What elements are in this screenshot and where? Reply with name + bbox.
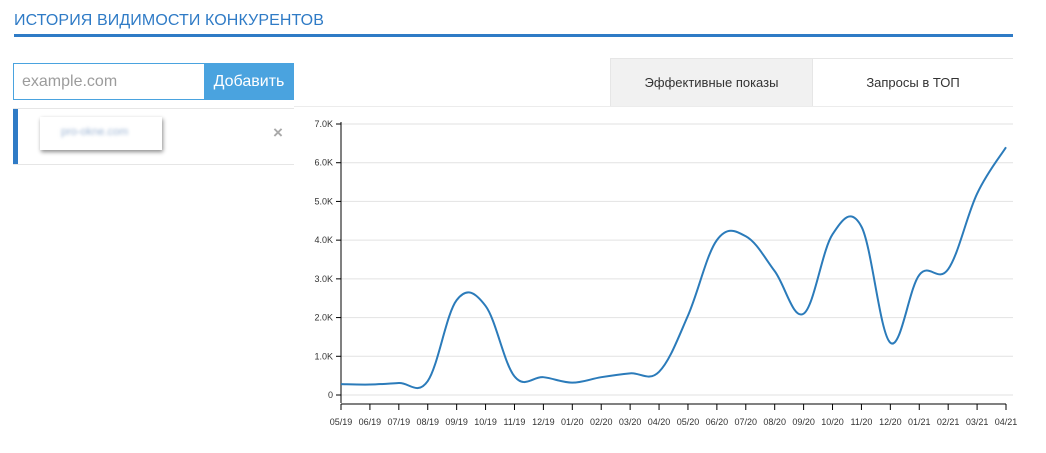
visibility-chart: 0 1.0K 2.0K 3.0K 4.0K 5.0K 6.0K 7.0K 05/19 06/19… bbox=[314, 119, 1018, 427]
x-tick-label: 02/21 bbox=[937, 417, 960, 427]
x-axis: 05/19 06/19 07/19 08/19 09/19 10/19 11/19 12/19… bbox=[330, 403, 1018, 427]
x-tick-label: 06/19 bbox=[359, 417, 382, 427]
x-tick-label: 10/20 bbox=[821, 417, 844, 427]
x-tick-label: 12/19 bbox=[532, 417, 555, 427]
x-tick-label: 08/19 bbox=[416, 417, 439, 427]
x-tick-label: 04/21 bbox=[995, 417, 1018, 427]
x-tick-label: 03/20 bbox=[619, 417, 642, 427]
y-tick-label: 5.0K bbox=[314, 196, 333, 206]
x-tick-label: 12/20 bbox=[879, 417, 902, 427]
y-tick-label: 1.0K bbox=[314, 351, 333, 361]
y-tick-label: 6.0K bbox=[314, 158, 333, 168]
x-tick-label: 07/20 bbox=[735, 417, 758, 427]
x-tick-label: 09/20 bbox=[792, 417, 815, 427]
y-tick-label: 0 bbox=[328, 390, 333, 400]
x-tick-label: 10/19 bbox=[474, 417, 497, 427]
x-tick-label: 05/20 bbox=[677, 417, 700, 427]
chart-series bbox=[340, 146, 1007, 390]
x-tick-label: 09/19 bbox=[445, 417, 468, 427]
chart-grid bbox=[341, 123, 1013, 396]
y-tick-label: 7.0K bbox=[314, 119, 333, 129]
series-line bbox=[340, 146, 1007, 390]
y-axis: 0 1.0K 2.0K 3.0K 4.0K 5.0K 6.0K 7.0K bbox=[314, 119, 342, 403]
x-tick-label: 06/20 bbox=[706, 417, 729, 427]
y-tick-label: 2.0K bbox=[314, 313, 333, 323]
x-tick-label: 08/20 bbox=[763, 417, 786, 427]
x-tick-label: 07/19 bbox=[388, 417, 411, 427]
x-tick-label: 01/20 bbox=[561, 417, 584, 427]
y-tick-label: 3.0K bbox=[314, 274, 333, 284]
x-tick-label: 02/20 bbox=[590, 417, 613, 427]
x-tick-label: 04/20 bbox=[648, 417, 671, 427]
x-tick-label: 01/21 bbox=[908, 417, 931, 427]
x-tick-label: 03/21 bbox=[966, 417, 989, 427]
y-tick-label: 4.0K bbox=[314, 235, 333, 245]
x-tick-label: 11/19 bbox=[504, 417, 526, 427]
x-tick-label: 11/20 bbox=[851, 417, 873, 427]
x-tick-label: 05/19 bbox=[330, 417, 353, 427]
